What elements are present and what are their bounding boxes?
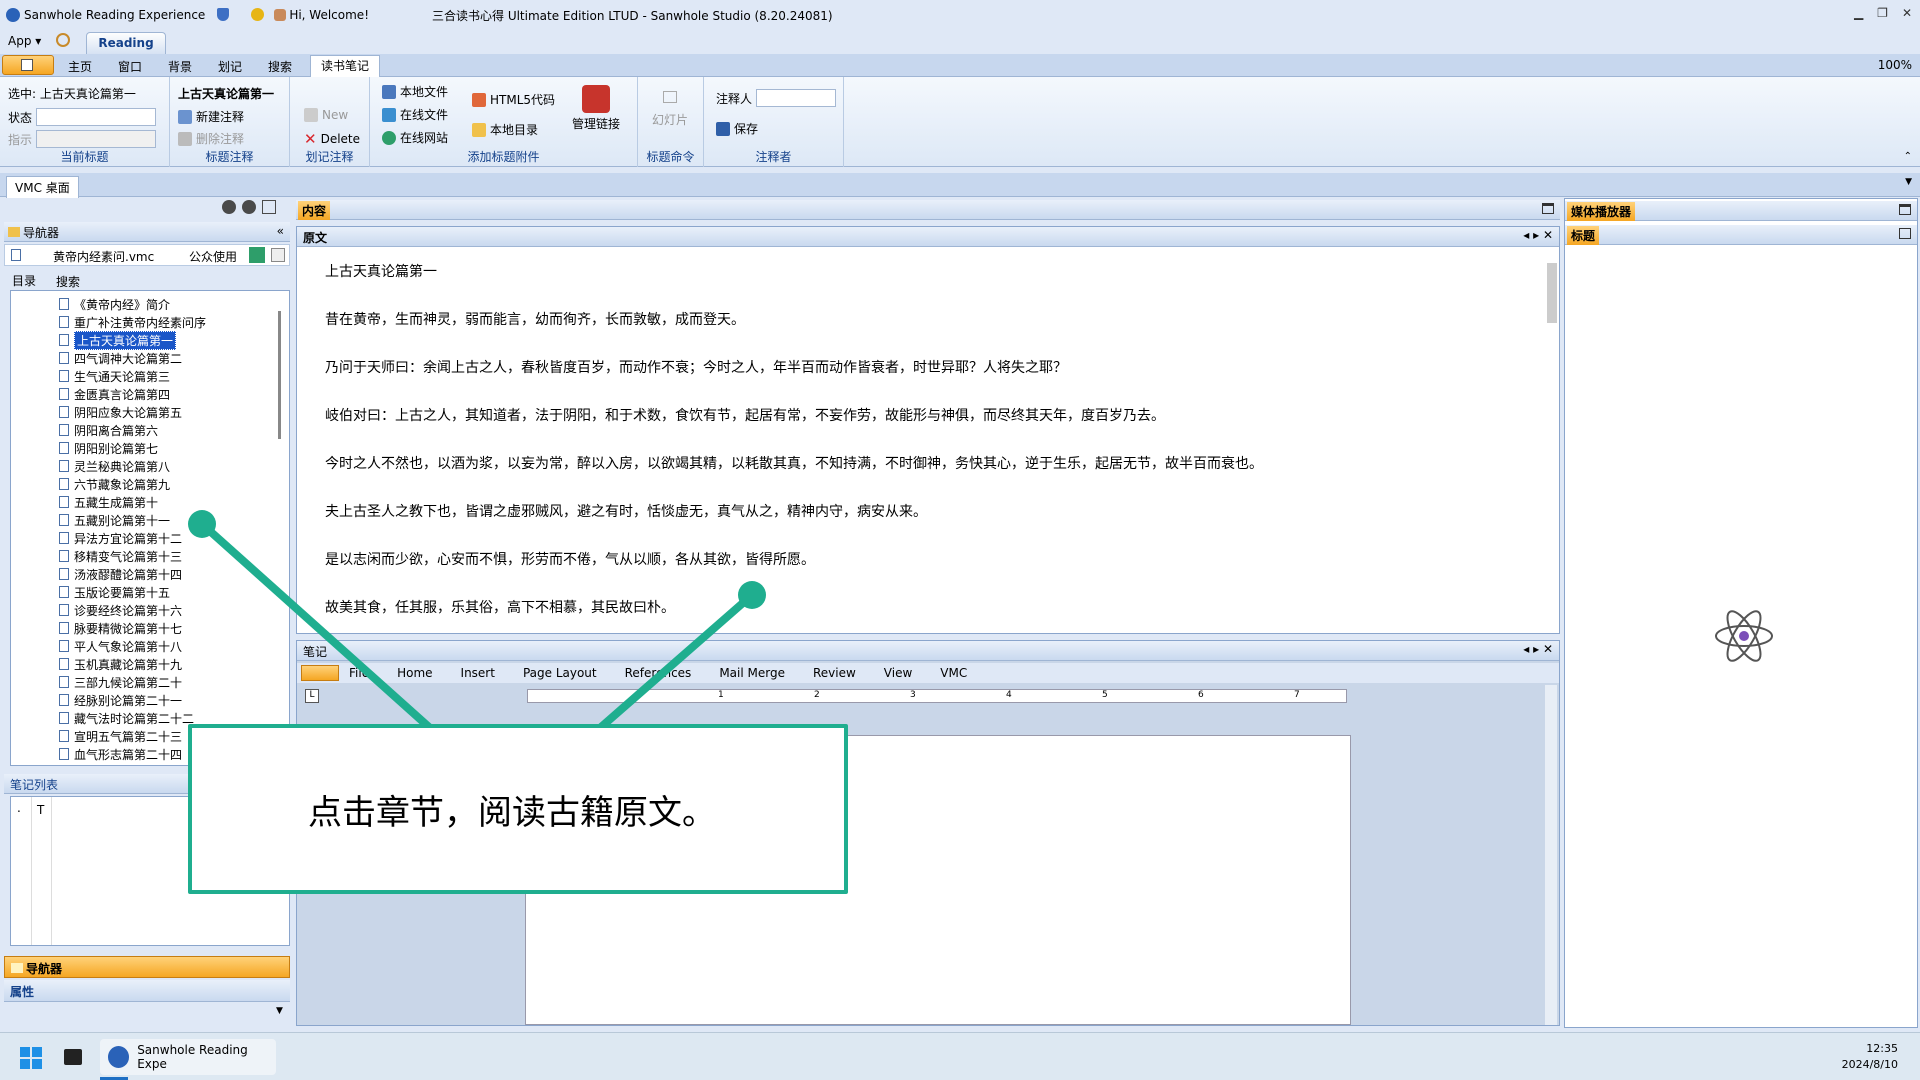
start-icon[interactable]	[20, 1047, 42, 1069]
callout-box: 点击章节，阅读古籍原文。	[188, 724, 848, 894]
taskbar-app-button[interactable]: Sanwhole Reading Expe	[100, 1039, 276, 1075]
taskbar-app-label: Sanwhole Reading Expe	[137, 1043, 248, 1071]
callout-pointers	[188, 510, 766, 732]
taskbar: Sanwhole Reading Expe 12:35 2024/8/10	[0, 1032, 1920, 1080]
app-taskbar-icon	[108, 1046, 130, 1068]
clock-time: 12:35	[1866, 1042, 1898, 1055]
taskview-icon[interactable]	[64, 1049, 82, 1065]
callout-text: 点击章节，阅读古籍原文。	[308, 792, 716, 833]
clock-date: 2024/8/10	[1841, 1058, 1898, 1071]
clock[interactable]: 12:35 2024/8/10	[1842, 1041, 1898, 1073]
